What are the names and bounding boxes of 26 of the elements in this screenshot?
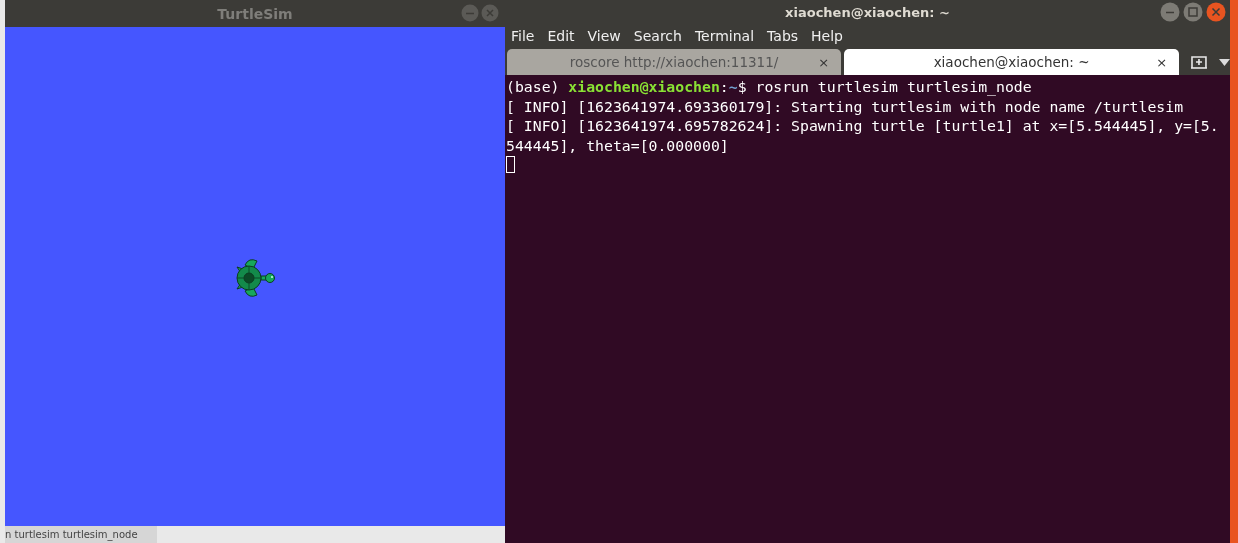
- minimize-icon[interactable]: [461, 4, 479, 22]
- close-icon[interactable]: [481, 4, 499, 22]
- new-tab-icon[interactable]: [1190, 54, 1209, 70]
- terminal-tab[interactable]: xiaochen@xiaochen: ~ ×: [844, 49, 1180, 75]
- tab-close-button[interactable]: ×: [1156, 54, 1168, 70]
- minimize-icon[interactable]: [1160, 2, 1180, 22]
- menu-item[interactable]: Edit: [547, 27, 575, 44]
- menu-item[interactable]: Help: [811, 27, 843, 44]
- menu-item[interactable]: Tabs: [767, 27, 799, 44]
- terminal-line: [ INFO] [1623641974.695782624]: Spawning turtle [turtle1] at x=[5.544445], y=[5.: [506, 116, 1219, 136]
- background-text: n turtlesim turtlesim_node: [5, 529, 138, 540]
- maximize-icon[interactable]: [1183, 2, 1203, 22]
- window-title: TurtleSim: [217, 5, 293, 22]
- menu-item[interactable]: Terminal: [694, 27, 755, 44]
- terminal-line: [ INFO] [1623641974.693360179]: Starting turtlesim with node name /turtlesim: [506, 96, 1184, 116]
- menu-item[interactable]: File: [511, 27, 535, 44]
- menu-item[interactable]: View: [587, 27, 621, 44]
- text-cursor: [506, 156, 515, 173]
- menu-item[interactable]: Search: [633, 27, 682, 44]
- terminal-tab[interactable]: roscore http://xiaochen:11311/ ×: [507, 49, 842, 75]
- tab-close-button[interactable]: ×: [818, 54, 830, 70]
- close-icon[interactable]: [1206, 2, 1226, 22]
- terminal-line: 544445], theta=[0.000000]: [506, 135, 729, 155]
- terminal-line: (base) xiaochen@xiaochen:~$ rosrun turtlesim turtlesim_node: [506, 77, 1032, 97]
- caret-icon[interactable]: [1219, 59, 1230, 66]
- window-title: xiaochen@xiaochen: ~: [785, 4, 950, 20]
